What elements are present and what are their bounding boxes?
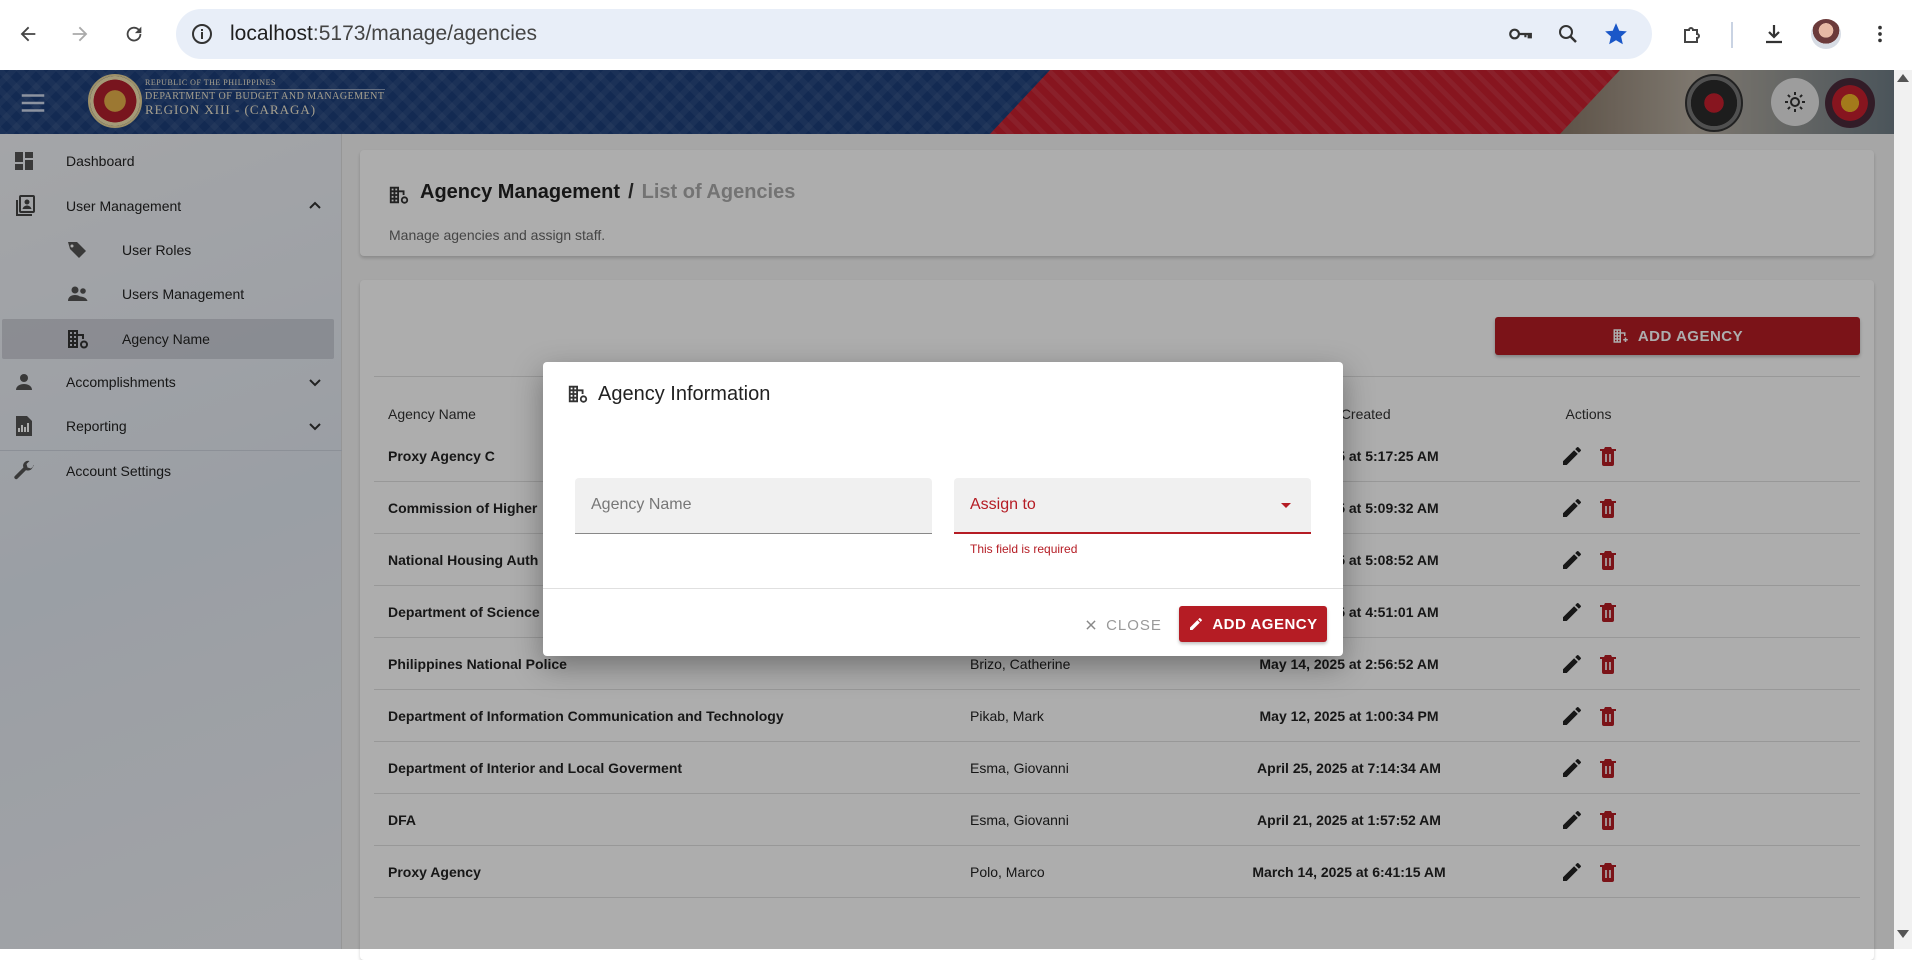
arrow-right-icon <box>72 26 88 42</box>
profile-avatar <box>1811 19 1841 49</box>
submit-label: ADD AGENCY <box>1212 615 1318 633</box>
more-vert-icon <box>1878 25 1882 43</box>
domain-settings-icon <box>568 385 588 403</box>
arrow-left-icon <box>20 26 36 42</box>
agency-name-input[interactable]: Agency Name <box>575 478 932 534</box>
toolbar-divider <box>1731 22 1733 48</box>
close-icon <box>1086 620 1096 630</box>
reload-icon <box>126 26 142 42</box>
zoom-icon[interactable] <box>1554 20 1582 48</box>
page-scrollbar[interactable] <box>1894 70 1912 949</box>
assign-to-error: This field is required <box>970 542 1078 556</box>
back-button[interactable] <box>8 14 48 54</box>
browser-toolbar: localhost:5173/manage/agencies <box>0 0 1912 70</box>
url-path: :5173/manage/agencies <box>312 22 538 45</box>
dialog-title: Agency Information <box>598 383 771 405</box>
assign-to-label: Assign to <box>970 496 1036 513</box>
scroll-up-arrow-icon[interactable] <box>1897 74 1909 82</box>
browser-menu-button[interactable] <box>1860 14 1900 54</box>
info-icon[interactable] <box>190 22 214 46</box>
downloads-button[interactable] <box>1754 14 1794 54</box>
agency-information-dialog: Agency Information Agency Name Assign to… <box>543 362 1343 656</box>
address-bar[interactable]: localhost:5173/manage/agencies <box>176 9 1652 59</box>
dropdown-arrow-icon[interactable] <box>1281 503 1291 508</box>
forward-button[interactable] <box>60 14 100 54</box>
dialog-divider <box>543 588 1343 589</box>
url-text[interactable]: localhost:5173/manage/agencies <box>230 22 537 46</box>
assign-to-select[interactable]: Assign to <box>954 478 1311 534</box>
puzzle-icon <box>1684 27 1700 43</box>
reload-button[interactable] <box>114 14 154 54</box>
profile-button[interactable] <box>1806 14 1846 54</box>
bookmark-star-icon[interactable] <box>1602 20 1630 48</box>
url-host: localhost <box>230 22 313 45</box>
download-icon <box>1766 25 1782 44</box>
scroll-down-arrow-icon[interactable] <box>1897 930 1909 938</box>
extensions-button[interactable] <box>1673 14 1713 54</box>
key-icon[interactable] <box>1506 20 1534 48</box>
close-label: CLOSE <box>1106 616 1162 634</box>
close-button[interactable]: CLOSE <box>1081 607 1165 643</box>
agency-name-label: Agency Name <box>591 496 692 513</box>
pencil-icon <box>1190 618 1203 630</box>
submit-add-agency-button[interactable]: ADD AGENCY <box>1179 606 1327 642</box>
